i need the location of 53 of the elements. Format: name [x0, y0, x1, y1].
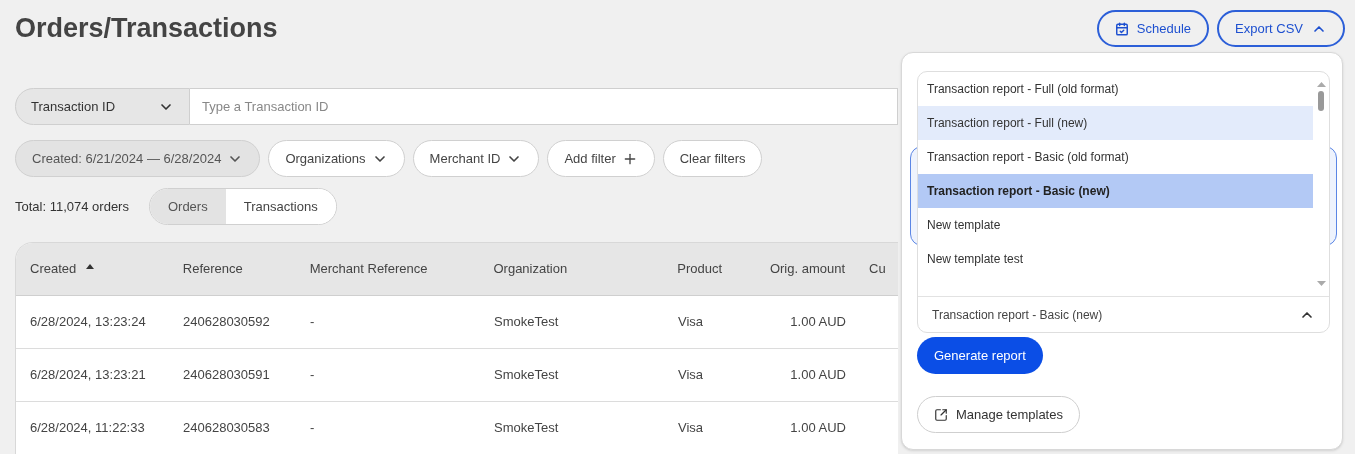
table-cell-text: 6/28/2024, 11:22:33 [30, 419, 145, 438]
total-count: Total: 11,074 orders [15, 197, 129, 216]
filter-chip[interactable]: Created: 6/21/2024 — 6/28/2024 [15, 140, 261, 177]
manage-templates-button[interactable]: Manage templates [917, 396, 1080, 433]
filter-chip[interactable]: Add filter [547, 140, 655, 177]
filter-chip[interactable]: Merchant ID [412, 140, 540, 177]
calendar-icon [1114, 21, 1129, 36]
column-header[interactable]: Orig. amount [749, 243, 860, 295]
table-cell-text: 6/28/2024, 13:23:21 [30, 366, 146, 385]
table-cell-text: SmokeTest [494, 366, 559, 385]
table-cell-text: 240628030592 [183, 313, 270, 332]
column-header[interactable]: Created [16, 243, 169, 295]
table-cell-text: Visa [678, 366, 704, 385]
column-header[interactable]: Product [663, 243, 750, 295]
select-value: Transaction report - Basic (new) [932, 306, 1103, 324]
column-header[interactable]: Organization [479, 243, 664, 295]
table-cell-text: 240628030591 [183, 366, 270, 385]
table-cell-text: Visa [678, 313, 704, 332]
table-cell-text: Visa [678, 419, 704, 438]
template-option[interactable]: Transaction report - Basic (new) [918, 174, 1313, 208]
search-type-select[interactable]: Transaction ID [15, 88, 190, 125]
export-button[interactable]: Export CSV [1217, 10, 1345, 47]
scroll-thumb[interactable] [1318, 91, 1324, 111]
table-cell-text: 1.00 AUD [790, 313, 846, 332]
column-header[interactable]: Cu [859, 243, 898, 295]
template-dropdown-menu[interactable] [917, 71, 1330, 333]
sort-up-icon [86, 263, 95, 269]
scroll-down-icon [1316, 281, 1326, 286]
search-field[interactable]: Type a Transaction ID [190, 88, 898, 125]
template-option[interactable]: New template test [918, 242, 1313, 276]
table-cell-text: - [310, 366, 315, 385]
view-tab[interactable]: Orders [149, 189, 226, 224]
table-cell-text: SmokeTest [494, 419, 559, 438]
template-option[interactable]: Transaction report - Basic (old format) [918, 140, 1313, 174]
filter-chip[interactable]: Clear filters [662, 140, 763, 177]
table-cell-text: 1.00 AUD [790, 419, 846, 438]
table-cell-text: - [310, 313, 315, 332]
template-option[interactable]: New template [918, 208, 1313, 242]
column-header[interactable]: Merchant Reference [295, 243, 480, 295]
table-cell-text: - [310, 419, 315, 438]
table-cell-text: 240628030583 [183, 419, 270, 438]
page-title: Orders/Transactions [15, 12, 278, 44]
template-option[interactable]: Transaction report - Full (new) [918, 106, 1313, 140]
template-option[interactable]: Transaction report - Full (old format) [918, 72, 1313, 106]
external-link-icon [934, 407, 948, 422]
table-cell-text: SmokeTest [494, 313, 559, 332]
column-header[interactable]: Reference [168, 243, 296, 295]
schedule-button[interactable]: Schedule [1096, 10, 1210, 47]
scroll-up-icon [1316, 82, 1326, 87]
generate-report-button[interactable]: Generate report [917, 337, 1043, 374]
table-cell-text: 1.00 AUD [790, 366, 846, 385]
filter-chip[interactable]: Organizations [268, 140, 405, 177]
table-cell-text: 6/28/2024, 13:23:24 [30, 313, 146, 332]
